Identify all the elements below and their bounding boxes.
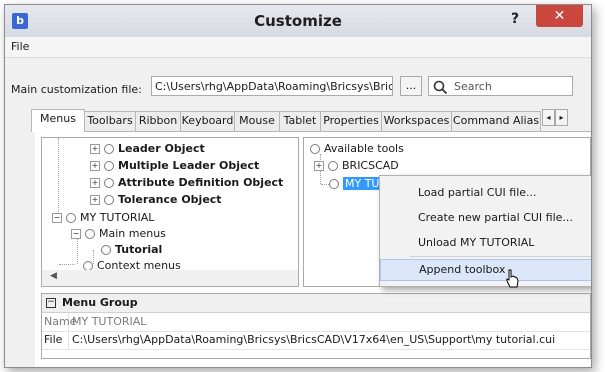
customize-dialog: b Customize ? ✕ File Main customization …	[4, 4, 592, 368]
menu-item-append-toolbox[interactable]: Append toolbox	[380, 259, 591, 281]
tree-item-available-tools[interactable]: Available tools	[308, 141, 404, 157]
tree-item-tutorial[interactable]: Tutorial	[99, 242, 162, 258]
search-input[interactable]: Search	[428, 76, 573, 96]
scroll-left-arrow-icon[interactable]: ◀	[46, 271, 61, 281]
tab-keyboard[interactable]: Keyboard	[180, 111, 235, 131]
tree-item-tolerance-object[interactable]: + Tolerance Object	[90, 192, 222, 208]
main-file-path-field[interactable]: C:\Users\rhg\AppData\Roaming\Bricsys\Bri…	[151, 76, 393, 96]
node-circle-icon	[85, 229, 95, 239]
tree-item-label: Tutorial	[115, 243, 163, 256]
collapse-icon[interactable]: −	[71, 229, 81, 239]
tree-item-label: BRICSCAD	[342, 159, 399, 172]
tab-properties[interactable]: Properties	[320, 111, 382, 131]
expand-icon[interactable]: +	[90, 178, 100, 188]
title-bar[interactable]: b Customize ? ✕	[5, 5, 591, 37]
node-circle-icon	[104, 195, 114, 205]
node-circle-icon	[104, 144, 114, 154]
property-row-file: File C:\Users\rhg\AppData\Roaming\Bricsy…	[42, 331, 590, 350]
menu-bar: File	[5, 37, 591, 58]
tab-command-alias[interactable]: Command Alias	[451, 111, 541, 131]
tree-item-my-tutorial[interactable]: − MY TUTORIAL	[52, 210, 154, 226]
property-key: Name	[42, 313, 76, 331]
property-value[interactable]: C:\Users\rhg\AppData\Roaming\Bricsys\Bri…	[72, 331, 555, 349]
search-placeholder: Search	[454, 80, 492, 93]
tree-item-multiple-leader-object[interactable]: + Multiple Leader Object	[90, 158, 259, 174]
node-circle-icon	[310, 144, 320, 154]
property-row-name: Name MY TUTORIAL	[42, 313, 590, 332]
menu-item-unload-my-tutorial[interactable]: Unload MY TUTORIAL	[380, 230, 591, 256]
node-circle-icon	[104, 178, 114, 188]
tab-tablet[interactable]: Tablet	[279, 111, 321, 131]
tab-menus[interactable]: Menus	[31, 109, 85, 132]
tab-workspaces[interactable]: Workspaces	[381, 111, 452, 131]
hand-pointer-cursor-icon	[506, 269, 519, 288]
node-circle-icon	[66, 213, 76, 223]
tree-item-bricscad[interactable]: + BRICSCAD	[314, 158, 399, 174]
tree-item-label: Available tools	[324, 142, 404, 155]
tab-mouse[interactable]: Mouse	[234, 111, 280, 131]
node-circle-icon	[328, 161, 338, 171]
tree-item-label: Multiple Leader Object	[118, 159, 260, 172]
tree-item-leader-object[interactable]: + Leader Object	[90, 141, 205, 157]
context-menu: Load partial CUI file... Create new part…	[379, 175, 591, 287]
main-file-label: Main customization file:	[11, 83, 142, 96]
node-circle-icon	[101, 245, 111, 255]
expand-icon[interactable]: +	[90, 161, 100, 171]
tree-guide-line	[59, 264, 75, 265]
tab-toolbars[interactable]: Toolbars	[84, 111, 136, 131]
tab-strip: Menus Toolbars Ribbon Keyboard Mouse Tab…	[31, 109, 591, 132]
tab-scroll-left-button[interactable]: ◂	[542, 109, 555, 126]
tab-scroll-right-button[interactable]: ▸	[555, 109, 568, 126]
property-key: File	[42, 331, 69, 349]
property-value: MY TUTORIAL	[72, 315, 147, 328]
properties-panel: − Menu Group Name MY TUTORIAL File C:\Us…	[41, 293, 591, 359]
collapse-icon[interactable]: −	[46, 298, 56, 308]
expand-icon[interactable]: +	[90, 195, 100, 205]
expand-icon[interactable]: +	[314, 161, 324, 171]
collapse-icon[interactable]: −	[52, 213, 62, 223]
expand-icon[interactable]: +	[90, 144, 100, 154]
tree-item-attribute-definition-object[interactable]: + Attribute Definition Object	[90, 175, 283, 191]
menu-item-load-partial-cui[interactable]: Load partial CUI file...	[380, 180, 591, 206]
tree-item-label: Tolerance Object	[118, 193, 222, 206]
tree-item-label: Main menus	[99, 227, 166, 240]
tree-item-label: Leader Object	[118, 142, 205, 155]
node-circle-icon	[329, 179, 339, 189]
browse-button[interactable]: ...	[400, 76, 422, 96]
tree-guide-line	[58, 138, 59, 216]
menu-group-header[interactable]: − Menu Group	[42, 294, 590, 313]
menu-file[interactable]: File	[11, 40, 29, 53]
scroll-right-arrow-icon[interactable]: ▶	[298, 271, 299, 281]
tree-item-label: MY TUTORIAL	[80, 211, 155, 224]
menu-tree[interactable]: + Leader Object + Multiple Leader Object +…	[41, 137, 299, 287]
help-button[interactable]: ?	[502, 8, 528, 30]
close-button[interactable]: ✕	[536, 5, 583, 27]
tree-item-main-menus[interactable]: − Main menus	[71, 226, 166, 242]
menu-separator	[410, 256, 591, 257]
menu-item-create-partial-cui[interactable]: Create new partial CUI file...	[380, 205, 591, 231]
menu-group-title: Menu Group	[62, 296, 138, 309]
tab-ribbon[interactable]: Ribbon	[135, 111, 181, 131]
tree-item-label: Attribute Definition Object	[118, 176, 284, 189]
magnifier-icon	[433, 80, 448, 95]
horizontal-scrollbar[interactable]: ◀ ▶	[42, 270, 299, 286]
node-circle-icon	[104, 161, 114, 171]
